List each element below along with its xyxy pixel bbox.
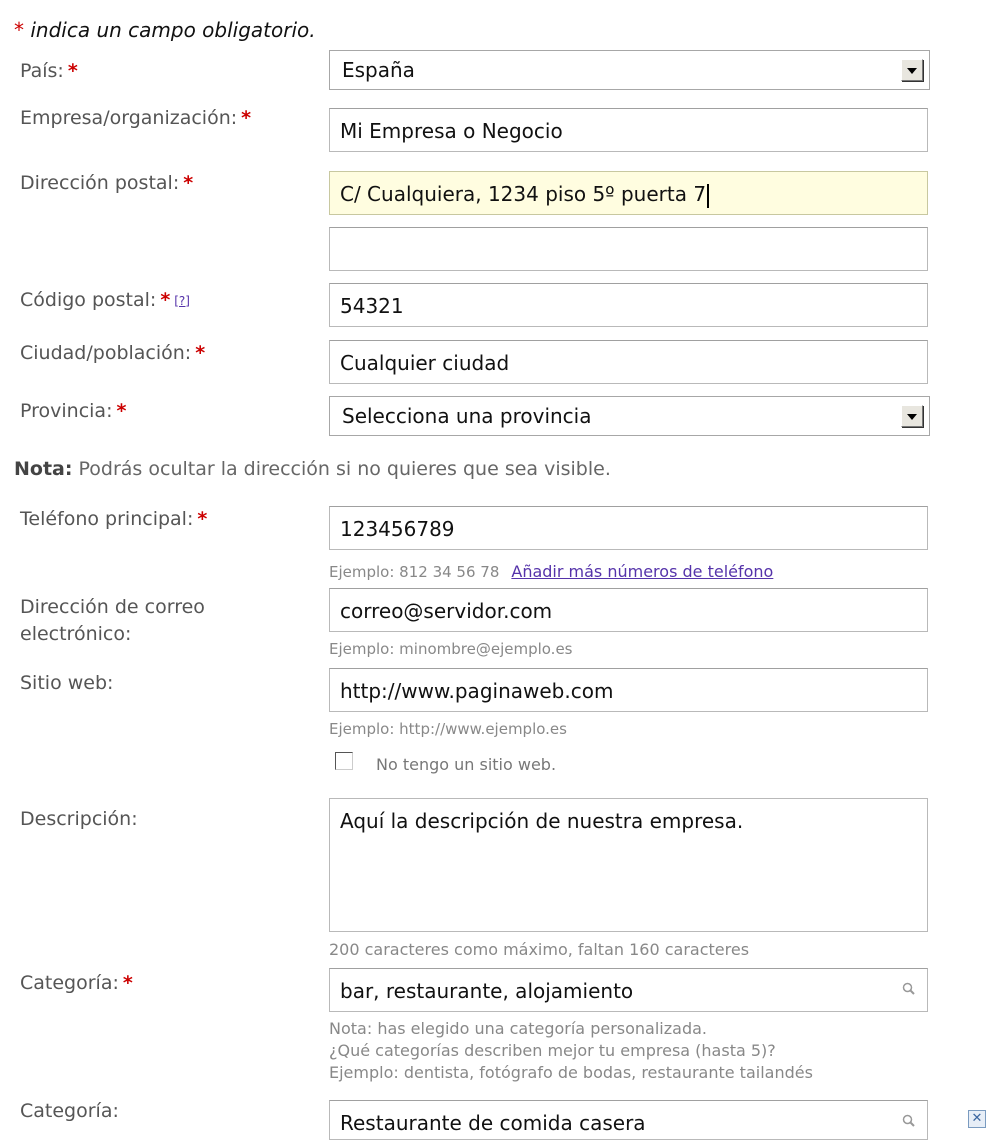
website-hint: Ejemplo: http://www.ejemplo.es [329,720,567,738]
search-icon[interactable] [901,1113,917,1129]
required-field-note: * indica un campo obligatorio. [14,18,316,42]
company-label: Empresa/organización: * [20,107,252,129]
address-line1-field[interactable]: C/ Cualquiera, 1234 piso 5º puerta 7 [329,171,928,215]
description-counter: 200 caracteres como máximo, faltan 160 c… [329,940,750,959]
description-label: Descripción: [20,808,138,830]
category-label: Categoría: * [20,972,133,994]
category-notes: Nota: has elegido una categoría personal… [329,1019,813,1082]
category-field[interactable]: bar, restaurante, alojamiento [329,968,928,1012]
province-select[interactable]: Selecciona una provincia [329,396,930,436]
add-phone-numbers-link[interactable]: Añadir más números de teléfono [511,562,773,581]
address-line2-field[interactable] [329,227,928,271]
phone-label: Teléfono principal: * [20,508,208,530]
address-label: Dirección postal: * [20,172,194,194]
email-hint: Ejemplo: minombre@ejemplo.es [329,640,573,658]
postal-code-help-link[interactable]: [?] [174,294,190,308]
company-field[interactable]: Mi Empresa o Negocio [329,108,928,152]
city-field[interactable]: Cualquier ciudad [329,340,928,384]
text-caret [707,183,710,208]
phone-hint: Ejemplo: 812 34 56 78 Añadir más números … [329,562,774,581]
search-icon[interactable] [901,981,917,997]
province-label: Provincia: * [20,400,127,422]
country-label: País: * [20,60,78,82]
category-2-label: Categoría: [20,1100,119,1122]
email-label: Dirección de correo electrónico: [20,596,205,645]
description-textarea[interactable]: Aquí la descripción de nuestra empresa. [329,798,928,932]
postal-code-label: Código postal: * [?] [20,289,190,311]
no-website-label: No tengo un sitio web. [376,755,557,774]
city-label: Ciudad/población: * [20,342,206,364]
chevron-down-icon[interactable] [901,59,923,81]
phone-field[interactable]: 123456789 [329,506,928,550]
close-icon[interactable]: ✕ [968,1110,986,1128]
chevron-down-icon[interactable] [901,405,923,427]
email-field[interactable]: correo@servidor.com [329,588,928,632]
category-2-field[interactable]: Restaurante de comida casera [329,1100,928,1140]
website-field[interactable]: http://www.paginaweb.com [329,668,928,712]
country-select[interactable]: España [329,50,930,90]
address-visibility-note: Nota: Podrás ocultar la dirección si no … [14,458,611,480]
postal-code-field[interactable]: 54321 [329,283,928,327]
website-label: Sitio web: [20,672,114,694]
no-website-checkbox[interactable] [335,752,353,770]
